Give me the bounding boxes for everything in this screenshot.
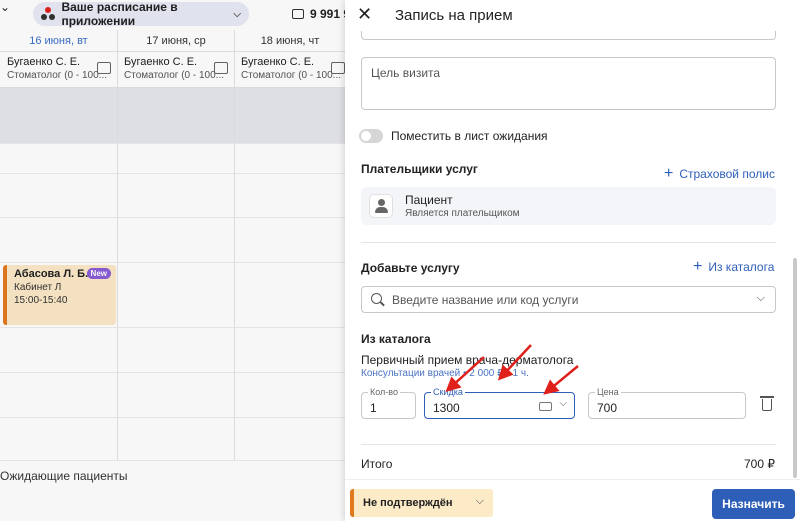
- service-search-input[interactable]: Введите название или код услуги ⌵: [361, 286, 776, 313]
- quantity-field[interactable]: Кол-во 1: [361, 387, 416, 419]
- add-service-title: Добавьте услугу: [361, 261, 460, 275]
- book-button[interactable]: Назначить: [712, 489, 795, 519]
- from-catalog-label: Из каталога: [708, 260, 775, 274]
- total-value: 700 ₽: [744, 457, 775, 471]
- chevron-down-icon: ⌵: [475, 495, 484, 507]
- waitlist-toggle[interactable]: [359, 129, 383, 143]
- close-icon[interactable]: ✕: [357, 5, 372, 23]
- visit-purpose-field[interactable]: Цель визита: [361, 57, 776, 110]
- trash-icon[interactable]: [760, 396, 774, 411]
- price-field[interactable]: Цена 700: [588, 387, 746, 419]
- payers-title: Плательщики услуг: [361, 162, 478, 176]
- discount-type-icon[interactable]: [539, 402, 552, 411]
- status-text: Не подтверждён: [363, 497, 453, 509]
- payer-card[interactable]: Пациент Является плательщиком: [361, 187, 776, 225]
- drawer-header: ✕ Запись на прием: [345, 0, 800, 31]
- payer-subtitle: Является плательщиком: [405, 208, 520, 219]
- status-dropdown[interactable]: Не подтверждён ⌵: [350, 489, 493, 517]
- discount-field[interactable]: Скидка 1300 ⌵: [424, 387, 575, 419]
- waitlist-label: Поместить в лист ожидания: [391, 129, 548, 143]
- catalog-title: Из каталога: [361, 332, 431, 346]
- scrollbar[interactable]: [793, 258, 797, 478]
- add-insurance-link[interactable]: + Страховой полис: [664, 165, 775, 182]
- quantity-value: 1: [370, 401, 377, 415]
- drawer-footer: Не подтверждён ⌵ Назначить: [345, 479, 800, 521]
- search-icon: [371, 293, 382, 304]
- service-search-placeholder: Введите название или код услуги: [392, 293, 579, 307]
- price-value: 700: [597, 401, 618, 415]
- price-label: Цена: [595, 387, 621, 397]
- payer-name: Пациент: [405, 193, 453, 207]
- service-name: Первичный прием врача-дерматолога: [361, 353, 574, 367]
- divider: [361, 444, 776, 445]
- chevron-down-icon[interactable]: ⌵: [757, 292, 765, 305]
- divider: [361, 242, 776, 243]
- overlay-dim: [0, 0, 345, 521]
- add-insurance-label: Страховой полис: [679, 167, 775, 181]
- plus-icon: +: [693, 258, 703, 275]
- service-meta: Консультации врачей • 2 000 ₽ • 1 ч.: [361, 368, 529, 379]
- chevron-down-icon[interactable]: ⌵: [559, 398, 567, 409]
- discount-label: Скидка: [431, 387, 465, 397]
- visit-purpose-placeholder: Цель визита: [371, 66, 441, 80]
- appointment-drawer: Цель визита Поместить в лист ожидания Пл…: [345, 0, 800, 521]
- quantity-label: Кол-во: [368, 387, 400, 397]
- discount-value: 1300: [433, 401, 460, 415]
- from-catalog-link[interactable]: + Из каталога: [693, 258, 775, 275]
- plus-icon: +: [664, 165, 674, 182]
- drawer-title: Запись на прием: [395, 7, 513, 24]
- total-label: Итого: [361, 457, 393, 471]
- user-icon: [369, 194, 393, 218]
